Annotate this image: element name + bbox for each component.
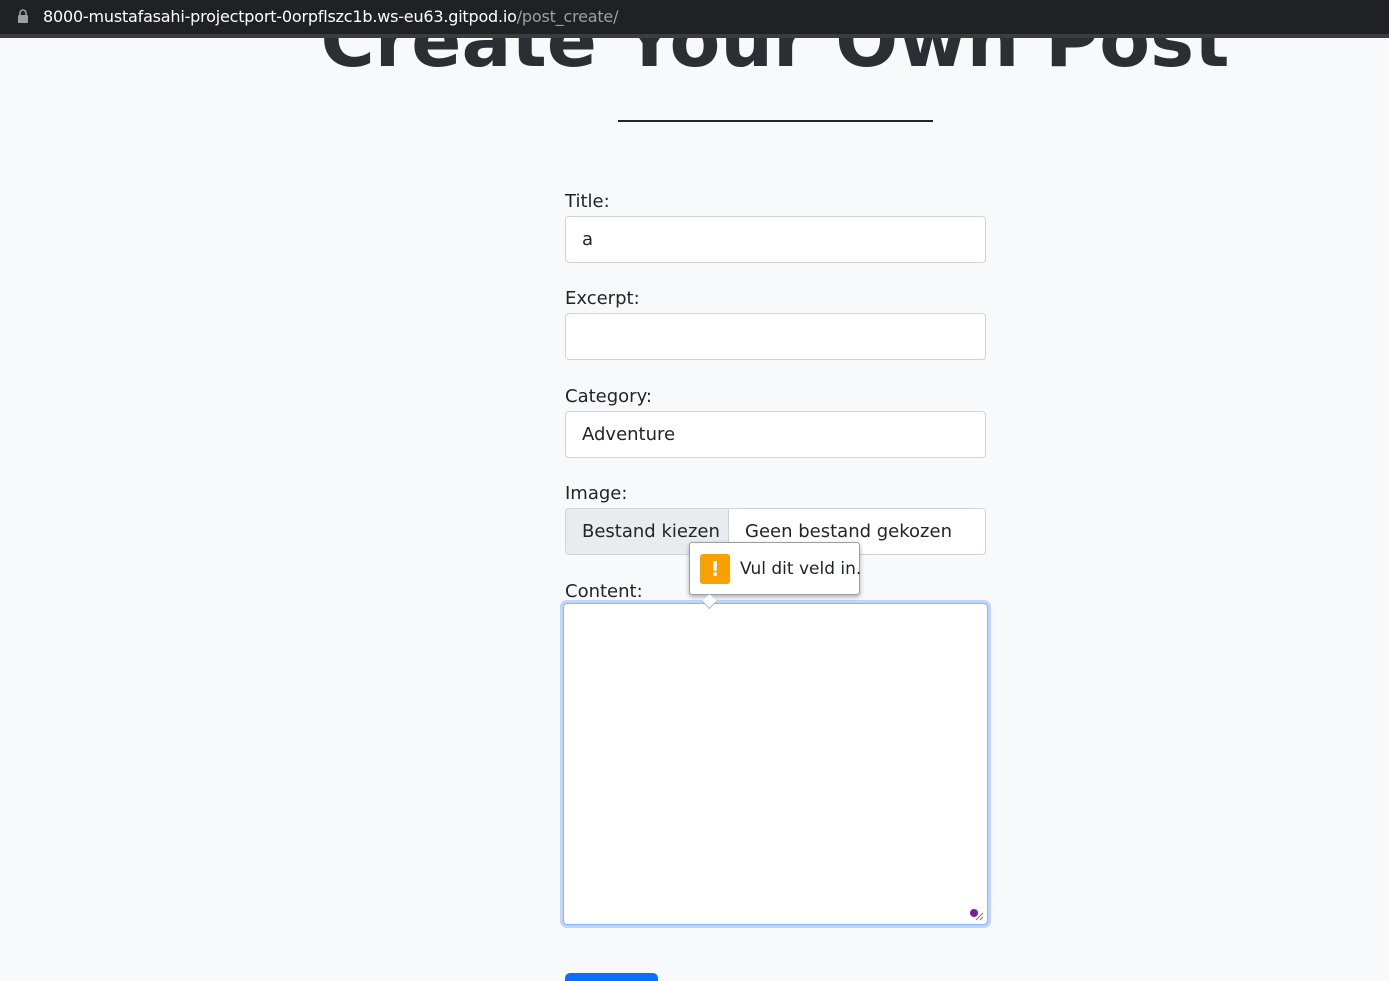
- submit-button[interactable]: [565, 973, 658, 981]
- image-label: Image:: [565, 483, 628, 504]
- validation-tooltip: ! Vul dit veld in.: [689, 542, 862, 609]
- warning-icon: !: [700, 554, 730, 584]
- content-label: Content:: [565, 581, 643, 602]
- title-input[interactable]: a: [565, 216, 986, 263]
- title-label: Title:: [565, 191, 610, 212]
- page-title: Create Your Own Post: [320, 38, 1230, 84]
- lock-icon: [18, 9, 28, 23]
- excerpt-label: Excerpt:: [565, 288, 640, 309]
- validation-message: Vul dit veld in.: [740, 559, 862, 579]
- content-textarea[interactable]: [563, 603, 988, 925]
- excerpt-input[interactable]: [565, 313, 986, 360]
- category-label: Category:: [565, 386, 652, 407]
- address-bar[interactable]: 8000-mustafasahi-projectport-0orpflszc1b…: [0, 0, 1389, 38]
- page-content: Create Your Own Post Title: a Excerpt: C…: [0, 38, 1389, 981]
- url-host: 8000-mustafasahi-projectport-0orpflszc1b…: [43, 7, 517, 26]
- title-divider: [618, 120, 933, 122]
- category-select[interactable]: Adventure: [565, 411, 986, 458]
- url-path: /post_create/: [516, 7, 619, 26]
- url-text[interactable]: 8000-mustafasahi-projectport-0orpflszc1b…: [43, 6, 618, 28]
- resize-handle-icon[interactable]: [972, 909, 984, 921]
